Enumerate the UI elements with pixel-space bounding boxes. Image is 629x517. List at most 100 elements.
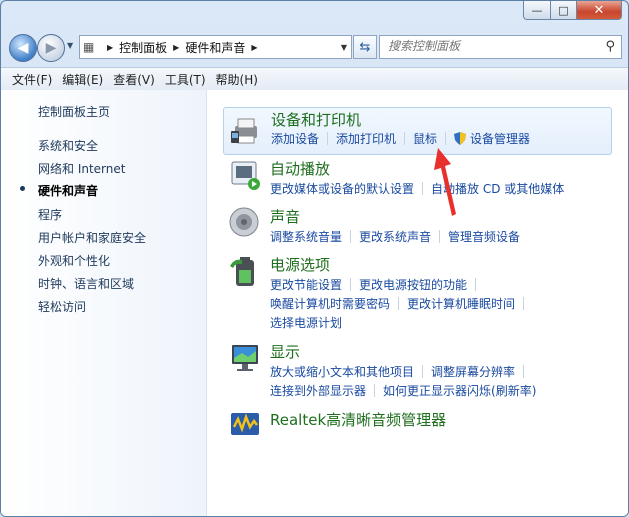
power-links-row-2: 唤醒计算机时需要密码 更改计算机睡眠时间	[270, 295, 532, 312]
caption-buttons: — □ ✕	[523, 1, 622, 21]
divider	[439, 230, 441, 243]
nav-appearance[interactable]: 外观和个性化	[38, 252, 110, 269]
menu-edit[interactable]: 编辑(E)	[57, 71, 108, 88]
change-sleep-time-link[interactable]: 更改计算机睡眠时间	[407, 295, 515, 312]
battery-icon	[230, 257, 254, 286]
change-media-defaults-link[interactable]: 更改媒体或设备的默认设置	[270, 180, 414, 197]
control-panel-window: — □ ✕ ◀ ▶ ▼ ▦ ▶ 控制面板 ▶ 硬件和声音 ▶ ▼ ⇆ ⚲ 文件(…	[0, 0, 629, 517]
menu-bar: 文件(F) 编辑(E) 查看(V) 工具(T) 帮助(H)	[1, 67, 628, 91]
category-autoplay: 自动播放 更改媒体或设备的默认设置 自动播放 CD 或其他媒体	[223, 156, 612, 196]
change-power-saving-link[interactable]: 更改节能设置	[270, 276, 342, 293]
screen-resolution-link[interactable]: 调整屏幕分辨率	[431, 363, 515, 380]
divider	[422, 182, 424, 195]
breadcrumb-hardware-sound[interactable]: 硬件和声音	[185, 39, 245, 56]
back-button[interactable]: ◀	[9, 34, 37, 62]
refresh-icon: ⇆	[359, 39, 371, 55]
left-navigation-pane: 控制面板主页 系统和安全 网络和 Internet 硬件和声音 程序 用户帐户和…	[1, 90, 207, 516]
display-title[interactable]: 显示	[270, 341, 300, 362]
power-options-title[interactable]: 电源选项	[270, 254, 330, 275]
category-pane: 设备和打印机 添加设备 添加打印机 鼠标 设备管理器 自动播放 更改媒体或设备的…	[207, 90, 628, 516]
arrow-left-icon: ◀	[17, 40, 29, 56]
display-links-row-2: 连接到外部显示器 如何更正显示器闪烁(刷新率)	[270, 382, 536, 399]
autoplay-title[interactable]: 自动播放	[270, 158, 330, 179]
sound-title[interactable]: 声音	[270, 206, 300, 227]
realtek-title[interactable]: Realtek高清晰音频管理器	[270, 409, 446, 430]
maximize-button[interactable]: □	[551, 1, 577, 20]
category-devices-printers: 设备和打印机 添加设备 添加打印机 鼠标 设备管理器	[223, 107, 612, 155]
uac-shield-icon	[454, 132, 467, 145]
close-button[interactable]: ✕	[577, 1, 622, 20]
nav-hardware-sound[interactable]: 硬件和声音	[38, 182, 98, 199]
breadcrumb: ▶ 控制面板 ▶ 硬件和声音 ▶	[101, 39, 264, 56]
nav-control-panel-home[interactable]: 控制面板主页	[38, 103, 110, 120]
divider	[350, 230, 352, 243]
category-realtek: Realtek高清晰音频管理器	[223, 407, 612, 441]
chevron-down-icon: ▼	[67, 41, 74, 50]
divider	[404, 132, 406, 145]
breadcrumb-control-panel[interactable]: 控制面板	[119, 39, 167, 56]
autoplay-links: 更改媒体或设备的默认设置 自动播放 CD 或其他媒体	[270, 180, 564, 197]
menu-tools[interactable]: 工具(T)	[160, 71, 211, 88]
address-dropdown-icon[interactable]: ▼	[341, 43, 347, 52]
nav-network-internet[interactable]: 网络和 Internet	[38, 160, 125, 177]
nav-clock-language-region[interactable]: 时钟、语言和区域	[38, 275, 134, 292]
devices-printers-title[interactable]: 设备和打印机	[271, 109, 361, 130]
chevron-right-icon: ▶	[251, 42, 258, 52]
chevron-right-icon: ▶	[173, 42, 180, 52]
printer-icon	[231, 118, 257, 144]
forward-button[interactable]: ▶	[37, 34, 65, 62]
sound-links: 调整系统音量 更改系统声音 管理音频设备	[270, 228, 520, 245]
menu-help[interactable]: 帮助(H)	[211, 71, 263, 88]
divider	[374, 384, 376, 397]
divider	[523, 365, 525, 378]
menu-view[interactable]: 查看(V)	[108, 71, 160, 88]
search-input[interactable]	[380, 36, 596, 56]
nav-ease-of-access[interactable]: 轻松访问	[38, 298, 86, 315]
content-area: 控制面板主页 系统和安全 网络和 Internet 硬件和声音 程序 用户帐户和…	[1, 90, 628, 516]
refresh-button[interactable]: ⇆	[353, 35, 377, 59]
change-system-sounds-link[interactable]: 更改系统声音	[359, 228, 431, 245]
mouse-link[interactable]: 鼠标	[413, 130, 437, 147]
control-panel-icon: ▦	[83, 40, 95, 54]
address-bar[interactable]: ▦ ▶ 控制面板 ▶ 硬件和声音 ▶ ▼	[79, 35, 352, 59]
search-icon[interactable]: ⚲	[605, 39, 615, 54]
device-manager-link[interactable]: 设备管理器	[470, 130, 530, 147]
divider	[523, 297, 525, 310]
require-password-link[interactable]: 唤醒计算机时需要密码	[270, 295, 390, 312]
nav-user-accounts[interactable]: 用户帐户和家庭安全	[38, 229, 146, 246]
adjust-volume-link[interactable]: 调整系统音量	[270, 228, 342, 245]
power-links-row-3: 选择电源计划	[270, 314, 342, 331]
divider	[327, 132, 329, 145]
autoplay-cd-link[interactable]: 自动播放 CD 或其他媒体	[431, 180, 564, 197]
category-power-options: 电源选项 更改节能设置 更改电源按钮的功能 唤醒计算机时需要密码 更改计算机睡眠…	[223, 252, 612, 330]
autoplay-icon	[231, 161, 260, 190]
power-links-row-1: 更改节能设置 更改电源按钮的功能	[270, 276, 484, 293]
display-monitor-icon	[232, 345, 258, 371]
divider	[350, 278, 352, 291]
add-printer-link[interactable]: 添加打印机	[336, 130, 396, 147]
speaker-icon	[229, 207, 259, 237]
category-display: 显示 放大或缩小文本和其他项目 调整屏幕分辨率 连接到外部显示器 如何更正显示器…	[223, 339, 612, 399]
divider	[398, 297, 400, 310]
arrow-right-icon: ▶	[45, 40, 57, 56]
recent-pages-dropdown[interactable]: ▼	[67, 41, 73, 50]
display-links-row-1: 放大或缩小文本和其他项目 调整屏幕分辨率	[270, 363, 532, 380]
chevron-right-icon: ▶	[107, 42, 114, 52]
text-size-link[interactable]: 放大或缩小文本和其他项目	[270, 363, 414, 380]
menu-file[interactable]: 文件(F)	[7, 71, 57, 88]
choose-power-plan-link[interactable]: 选择电源计划	[270, 314, 342, 331]
divider	[445, 132, 447, 145]
minimize-button[interactable]: —	[523, 1, 551, 20]
category-sound: 声音 调整系统音量 更改系统声音 管理音频设备	[223, 204, 612, 244]
divider	[422, 365, 424, 378]
external-display-link[interactable]: 连接到外部显示器	[270, 382, 366, 399]
power-button-function-link[interactable]: 更改电源按钮的功能	[359, 276, 467, 293]
active-bullet	[20, 186, 25, 191]
devices-links: 添加设备 添加打印机 鼠标 设备管理器	[271, 130, 530, 147]
refresh-rate-link[interactable]: 如何更正显示器闪烁(刷新率)	[383, 382, 536, 399]
nav-programs[interactable]: 程序	[38, 206, 62, 223]
manage-audio-devices-link[interactable]: 管理音频设备	[448, 228, 520, 245]
search-box: ⚲	[379, 35, 622, 59]
nav-system-security[interactable]: 系统和安全	[38, 137, 98, 154]
add-device-link[interactable]: 添加设备	[271, 130, 319, 147]
